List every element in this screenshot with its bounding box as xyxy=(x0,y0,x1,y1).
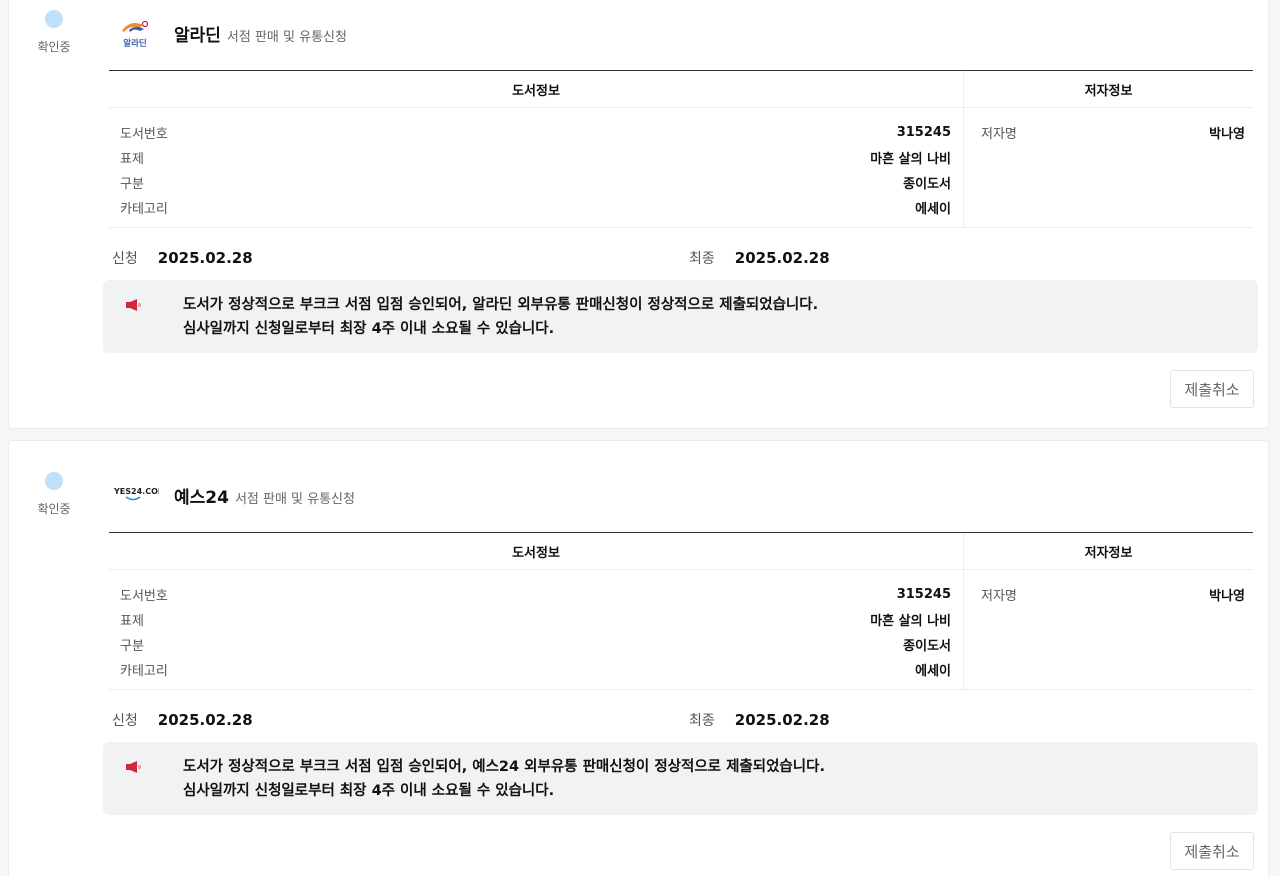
aladin-logo: 알라딘 xyxy=(109,15,159,51)
status-indicator: 확인중 xyxy=(31,472,77,517)
store-subtitle: 서점 판매 및 유통신청 xyxy=(226,30,347,45)
notice-box: 도서가 정상적으로 부크크 서점 입점 승인되어, 예스24 외부유통 판매신청… xyxy=(103,742,1258,815)
yes24-logo: YES24.COM xyxy=(109,477,166,513)
category-value: 에세이 xyxy=(915,664,951,679)
category-label: 카테고리 xyxy=(120,202,168,217)
category-row: 카테고리 에세이 xyxy=(120,657,951,682)
store-name: 예스24 xyxy=(174,488,229,508)
applied-date-label: 신청 xyxy=(112,251,138,267)
author-row: 저자명 박나영 xyxy=(981,582,1245,607)
type-row: 구분 종이도서 xyxy=(120,632,951,657)
final-date-value: 2025.02.28 xyxy=(734,249,830,267)
book-number-row: 도서번호 315245 xyxy=(120,120,951,145)
type-row: 구분 종이도서 xyxy=(120,170,951,195)
status-dot xyxy=(45,472,63,490)
title-value: 마흔 살의 나비 xyxy=(870,614,951,629)
book-number-value: 315245 xyxy=(896,587,951,602)
book-info: 도서번호 315245 표제 마흔 살의 나비 구분 종이도서 카테고리 에세이 xyxy=(109,108,964,227)
author-row: 저자명 박나영 xyxy=(981,120,1245,145)
notice-line-1: 도서가 정상적으로 부크크 서점 입점 승인되어, 알라딘 외부유통 판매신청이… xyxy=(183,297,819,313)
book-info-header: 도서정보 xyxy=(109,71,964,107)
dates-row: 신청 2025.02.28 최종 2025.02.28 xyxy=(112,246,1256,270)
author-value: 박나영 xyxy=(1209,127,1245,142)
title-row: 표제 마흔 살의 나비 xyxy=(120,145,951,170)
status-label: 확인중 xyxy=(37,502,71,516)
author-label: 저자명 xyxy=(981,589,1017,604)
author-value: 박나영 xyxy=(1209,589,1245,604)
type-label: 구분 xyxy=(120,177,144,192)
final-date-value: 2025.02.28 xyxy=(734,711,830,729)
applied-date-value: 2025.02.28 xyxy=(157,249,253,267)
status-indicator: 확인중 xyxy=(31,10,77,55)
notice-line-2: 심사일까지 신청일로부터 최장 4주 이내 소요될 수 있습니다. xyxy=(183,321,555,337)
author-info: 저자명 박나영 xyxy=(964,108,1253,227)
type-value: 종이도서 xyxy=(903,177,951,192)
book-number-row: 도서번호 315245 xyxy=(120,582,951,607)
author-info-header: 저자정보 xyxy=(1084,83,1133,99)
author-info-header: 저자정보 xyxy=(1084,545,1133,561)
notice-line-1: 도서가 정상적으로 부크크 서점 입점 승인되어, 예스24 외부유통 판매신청… xyxy=(183,759,825,775)
title-label: 표제 xyxy=(120,152,144,167)
store-header: 알라딘 서점 판매 및 유통신청 xyxy=(174,21,347,46)
info-table: 도서정보 저자정보 도서번호 315245 표제 마흔 살의 나비 구분 종이도서 카… xyxy=(109,532,1253,690)
category-row: 카테고리 에세이 xyxy=(120,195,951,220)
megaphone-icon xyxy=(125,759,143,773)
title-value: 마흔 살의 나비 xyxy=(870,152,951,167)
title-label: 표제 xyxy=(120,614,144,629)
logo-text: 알라딘 xyxy=(123,38,147,49)
author-label: 저자명 xyxy=(981,127,1017,142)
notice-box: 도서가 정상적으로 부크크 서점 입점 승인되어, 알라딘 외부유통 판매신청이… xyxy=(103,280,1258,353)
book-number-label: 도서번호 xyxy=(120,127,168,142)
category-label: 카테고리 xyxy=(120,664,168,679)
applied-date-label: 신청 xyxy=(112,713,138,729)
cancel-submission-button[interactable]: 제출취소 xyxy=(1170,832,1254,870)
info-table: 도서정보 저자정보 도서번호 315245 표제 마흔 살의 나비 구분 종이도서 카… xyxy=(109,70,1253,228)
applied-date-value: 2025.02.28 xyxy=(157,711,253,729)
author-info: 저자명 박나영 xyxy=(964,570,1253,689)
title-row: 표제 마흔 살의 나비 xyxy=(120,607,951,632)
notice-line-2: 심사일까지 신청일로부터 최장 4주 이내 소요될 수 있습니다. xyxy=(183,783,555,799)
book-number-value: 315245 xyxy=(896,125,951,140)
status-dot xyxy=(45,10,63,28)
megaphone-icon xyxy=(125,297,143,311)
book-info: 도서번호 315245 표제 마흔 살의 나비 구분 종이도서 카테고리 에세이 xyxy=(109,570,964,689)
final-date-label: 최종 xyxy=(689,251,715,267)
book-number-label: 도서번호 xyxy=(120,589,168,604)
store-subtitle: 서점 판매 및 유통신청 xyxy=(234,492,355,507)
logo-text: YES24.COM xyxy=(113,487,159,496)
type-value: 종이도서 xyxy=(903,639,951,654)
dates-row: 신청 2025.02.28 최종 2025.02.28 xyxy=(112,708,1256,732)
book-info-header: 도서정보 xyxy=(109,533,964,569)
cancel-submission-button[interactable]: 제출취소 xyxy=(1170,370,1254,408)
status-label: 확인중 xyxy=(37,40,71,54)
category-value: 에세이 xyxy=(915,202,951,217)
store-header: 예스24 서점 판매 및 유통신청 xyxy=(174,483,355,508)
submission-card: 확인중 알라딘 알라딘 서점 판매 및 유통신청 도서정보 저자정보 도서번호 3… xyxy=(8,0,1269,429)
store-name: 알라딘 xyxy=(174,26,221,46)
submission-card: 확인중 YES24.COM 예스24 서점 판매 및 유통신청 도서정보 저자정… xyxy=(8,440,1269,876)
type-label: 구분 xyxy=(120,639,144,654)
final-date-label: 최종 xyxy=(689,713,715,729)
